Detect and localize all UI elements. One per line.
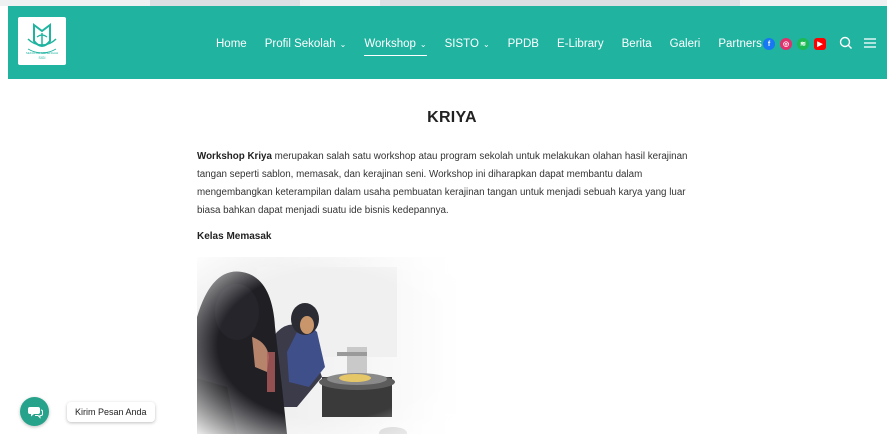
section-heading: Kelas Memasak <box>197 231 272 242</box>
chat-button[interactable] <box>20 397 49 426</box>
nav-workshop[interactable]: Workshop ⌄ <box>364 38 427 56</box>
nav-e-library[interactable]: E-Library <box>557 38 604 50</box>
nav-profil-sekolah[interactable]: Profil Sekolah ⌄ <box>265 38 347 50</box>
nav-home[interactable]: Home <box>216 38 247 50</box>
menu-icon[interactable] <box>862 35 878 51</box>
svg-text:SIGI: SIGI <box>38 56 45 60</box>
intro-bold: Workshop Kriya <box>197 151 272 162</box>
main-nav: Home Profil Sekolah ⌄ Workshop ⌄ SISTO ⌄ PP… <box>216 32 791 56</box>
chat-label[interactable]: Kirim Pesan Anda <box>67 402 155 422</box>
chevron-down-icon: ⌄ <box>419 39 427 49</box>
nav-galeri[interactable]: Galeri <box>670 38 701 50</box>
intro-paragraph: Workshop Kriya merupakan salah satu work… <box>197 148 697 220</box>
chat-icon <box>27 406 43 419</box>
logo-emblem-icon: SEKOLAH MENENGAH SIGI <box>26 23 58 60</box>
facebook-icon[interactable]: f <box>763 38 775 50</box>
cooking-class-photo <box>197 257 460 434</box>
chevron-down-icon: ⌄ <box>339 39 347 49</box>
youtube-icon[interactable]: ▶ <box>814 38 826 50</box>
nav-sisto[interactable]: SISTO ⌄ <box>445 38 490 50</box>
site-header: SEKOLAH MENENGAH SIGI Home Profil Sekola… <box>8 6 887 79</box>
page-title: KRIYA <box>427 109 477 126</box>
main-content: KRIYA Workshop Kriya merupakan salah sat… <box>0 79 887 434</box>
social-links: f ◎ ≋ ▶ <box>763 38 826 50</box>
school-logo[interactable]: SEKOLAH MENENGAH SIGI <box>18 17 66 65</box>
chevron-down-icon: ⌄ <box>482 39 490 49</box>
instagram-icon[interactable]: ◎ <box>780 38 792 50</box>
nav-berita[interactable]: Berita <box>622 38 652 50</box>
search-icon[interactable] <box>838 35 854 51</box>
svg-text:SEKOLAH MENENGAH: SEKOLAH MENENGAH <box>26 51 58 55</box>
nav-ppdb[interactable]: PPDB <box>508 38 539 50</box>
spotify-icon[interactable]: ≋ <box>797 38 809 50</box>
